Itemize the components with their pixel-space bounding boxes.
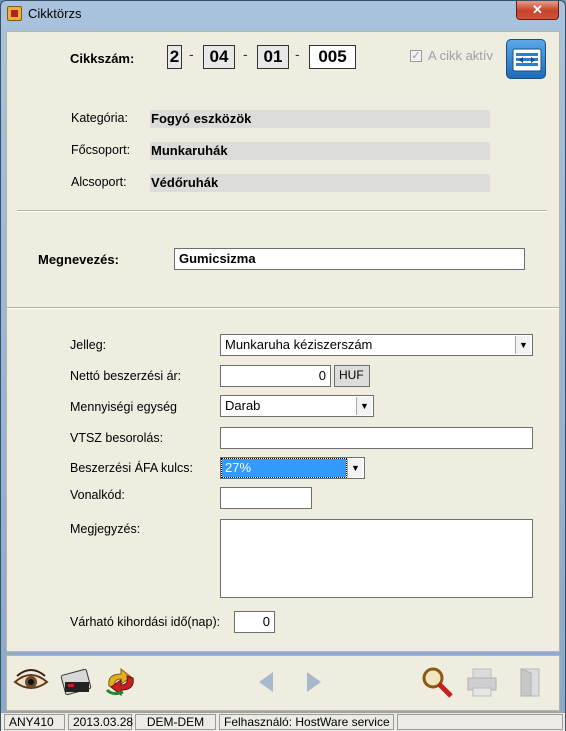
code-segment-3[interactable]: 01 (257, 45, 289, 69)
issue-time-input[interactable]: 0 (234, 611, 275, 633)
name-label: Megnevezés: (38, 252, 119, 267)
code-segment-4[interactable]: 005 (309, 45, 356, 69)
code-separator: - (189, 46, 194, 62)
app-icon (7, 6, 22, 21)
type-select[interactable]: Munkaruha kéziszerszám ▼ (220, 334, 533, 356)
status-code: ANY410 (4, 714, 65, 730)
prev-arrow-icon[interactable] (249, 666, 285, 698)
vtsz-label: VTSZ besorolás: (70, 431, 164, 445)
eye-icon[interactable] (13, 666, 49, 698)
vat-label: Beszerzési ÁFA kulcs: (70, 461, 193, 475)
code-segment-1[interactable]: 2 (167, 45, 182, 69)
next-arrow-icon[interactable] (295, 666, 331, 698)
keyboard-icon (512, 48, 542, 72)
name-input[interactable]: Gumicsizma (174, 248, 525, 270)
code-separator: - (295, 46, 300, 62)
category-label: Kategória: (71, 111, 128, 125)
currency-label: HUF (334, 365, 370, 387)
note-label: Megjegyzés: (70, 522, 141, 536)
vat-select[interactable]: 27% ▼ (220, 457, 365, 479)
net-price-label: Nettó beszerzési ár: (70, 369, 182, 383)
vtsz-input[interactable] (220, 427, 533, 449)
category-value: Fogyó eszközök (150, 110, 490, 128)
main-window: Cikktörzs ✕ Cikkszám: 2 - 04 - 01 - 005 … (0, 0, 566, 731)
keyboard-button[interactable] (506, 39, 546, 79)
unit-select-value: Darab (225, 398, 261, 413)
status-bar: ANY410 2013.03.28 DEM-DEM Felhasználó: H… (1, 712, 565, 731)
sub-group-label: Alcsoport: (71, 175, 127, 189)
net-price-input[interactable]: 0 (220, 365, 331, 387)
unit-select[interactable]: Darab ▼ (220, 395, 374, 417)
divider (17, 210, 547, 212)
type-label: Jelleg: (70, 338, 107, 352)
code-separator: - (243, 46, 248, 62)
close-button[interactable]: ✕ (516, 1, 559, 20)
title-bar[interactable]: Cikktörzs ✕ (1, 1, 565, 27)
note-textarea[interactable] (220, 519, 533, 598)
active-checkbox[interactable]: ✓ (410, 50, 422, 62)
card-reader-icon[interactable] (59, 666, 95, 698)
refresh-arrows-icon[interactable] (103, 666, 139, 698)
chevron-down-icon[interactable]: ▼ (347, 459, 363, 477)
status-db: DEM-DEM (135, 714, 216, 730)
form-panel: Cikkszám: 2 - 04 - 01 - 005 ✓ A cikk akt… (6, 31, 560, 652)
exit-door-icon[interactable] (511, 666, 547, 698)
unit-label: Mennyiségi egység (70, 400, 178, 414)
bottom-toolbar (6, 655, 560, 711)
divider (7, 307, 559, 309)
chevron-down-icon[interactable]: ▼ (356, 397, 372, 415)
main-group-value: Munkaruhák (150, 142, 490, 160)
active-checkbox-label: A cikk aktív (428, 48, 494, 63)
code-label: Cikkszám: (70, 51, 135, 66)
printer-icon[interactable] (465, 666, 501, 698)
status-empty (397, 714, 563, 730)
barcode-input[interactable] (220, 487, 312, 509)
sub-group-value: Védőruhák (150, 174, 490, 192)
chevron-down-icon[interactable]: ▼ (515, 336, 531, 354)
vat-select-value: 27% (221, 458, 347, 478)
code-segment-2[interactable]: 04 (203, 45, 235, 69)
status-user: Felhasználó: HostWare service (219, 714, 394, 730)
main-group-label: Főcsoport: (71, 143, 131, 157)
type-select-value: Munkaruha kéziszerszám (225, 337, 373, 352)
search-icon[interactable] (419, 666, 455, 698)
status-date: 2013.03.28 (68, 714, 133, 730)
barcode-label: Vonalkód: (70, 488, 125, 502)
window-title: Cikktörzs (28, 6, 82, 21)
issue-time-label: Várható kihordási idő(nap): (70, 615, 221, 629)
